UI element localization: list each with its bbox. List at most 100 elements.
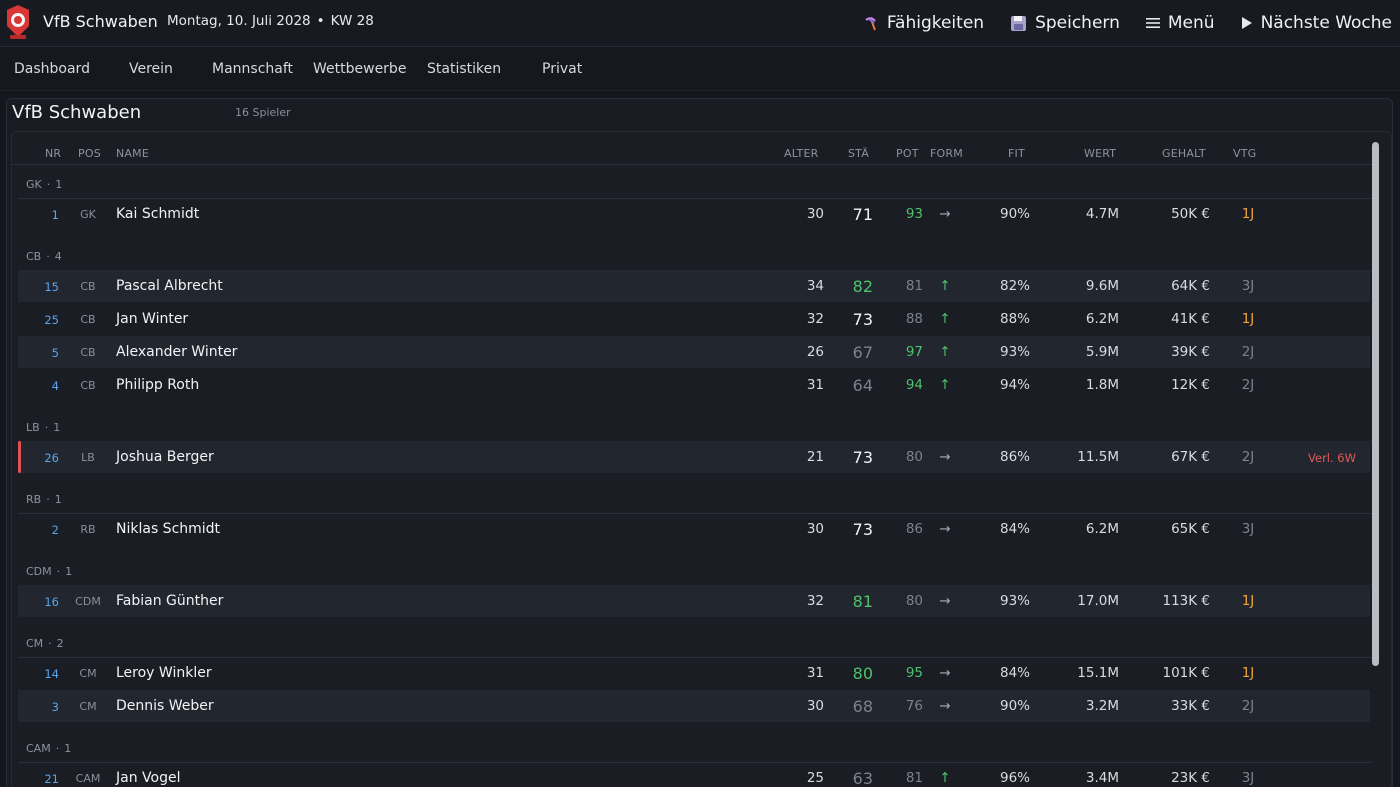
player-name[interactable]: Joshua Berger [116,449,214,465]
player-salary: 101K € [1162,665,1210,681]
player-name[interactable]: Jan Winter [116,311,188,327]
player-position: GK [80,208,96,221]
col-header-nr[interactable]: NR [45,147,61,160]
player-number: 16 [44,595,59,609]
player-fitness: 86% [999,449,1030,465]
table-row[interactable]: 16 CDM Fabian Günther 32 81 80 → 93% 17.0M 113K €… [18,585,1370,617]
player-age: 31 [806,377,824,393]
col-header-fit[interactable]: FIT [1008,147,1025,160]
player-contract: 3J [1241,770,1255,786]
player-number: 5 [51,346,59,360]
group-separator: · [55,742,60,755]
player-fitness: 96% [999,770,1030,786]
nav-item-statistiken[interactable]: Statistiken [427,61,501,77]
nav-item-mannschaft[interactable]: Mannschaft [212,61,293,77]
player-contract: 2J [1241,449,1255,465]
player-salary: 41K € [1171,311,1210,327]
player-value: 4.7M [1085,206,1119,222]
form-up-arrow-icon: ↑ [939,344,951,360]
player-position: CAM [75,772,101,785]
player-strength: 68 [852,697,873,716]
col-header-gehalt[interactable]: GEHALT [1162,147,1206,160]
player-name[interactable]: Niklas Schmidt [116,521,220,537]
player-salary: 33K € [1171,698,1210,714]
group-label: CDM · 1 [26,565,72,578]
club-logo-icon[interactable] [5,4,31,40]
table-row[interactable]: 5 CB Alexander Winter 26 67 97 ↑ 93% 5.9M 39K € 2J [18,336,1370,368]
group-count: 2 [56,637,64,650]
player-position: CB [80,280,96,293]
group-separator: · [46,493,50,506]
table-row[interactable]: 21 CAM Jan Vogel 25 63 81 ↑ 96% 3.4M 23K € 3J [18,762,1370,787]
next-week-button[interactable]: Nächste Woche [1241,13,1392,33]
player-value: 9.6M [1085,278,1119,294]
col-header-wert[interactable]: WERT [1084,147,1116,160]
skills-button[interactable]: Fähigkeiten [863,13,984,33]
form-right-arrow-icon: → [939,449,951,465]
player-value: 15.1M [1077,665,1119,681]
player-potential: 80 [905,449,923,465]
player-contract: 1J [1241,311,1255,327]
player-name[interactable]: Dennis Weber [116,698,214,714]
table-row[interactable]: 2 RB Niklas Schmidt 30 73 86 → 84% 6.2M 65K € 3J [18,513,1370,545]
player-name[interactable]: Fabian Günther [116,593,223,609]
nav-item-wettbewerbe[interactable]: Wettbewerbe [313,61,406,77]
form-up-arrow-icon: ↑ [939,770,951,786]
play-icon [1241,17,1252,29]
main-nav: Dashboard Verein Mannschaft Wettbewerbe … [0,48,1400,91]
player-fitness: 84% [999,665,1030,681]
player-name[interactable]: Pascal Albrecht [116,278,223,294]
col-header-name[interactable]: NAME [116,147,149,160]
player-number: 14 [44,667,59,681]
col-header-age[interactable]: ALTER [784,147,818,160]
player-contract: 1J [1241,665,1255,681]
nav-item-dashboard[interactable]: Dashboard [14,61,90,77]
group-position: GK [26,178,42,191]
table-row[interactable]: 3 CM Dennis Weber 30 68 76 → 90% 3.2M 33K € 2J [18,690,1370,722]
club-name: VfB Schwaben [43,12,158,31]
player-position: CM [79,700,97,713]
col-header-sta[interactable]: STÄ [848,147,869,160]
group-count: 1 [54,493,62,506]
col-header-vtg[interactable]: VTG [1233,147,1256,160]
player-count: 16 Spieler [235,106,291,119]
player-contract: 1J [1241,206,1255,222]
group-position: CB [26,250,42,263]
group-label: CAM · 1 [26,742,71,755]
group-separator: · [46,178,51,191]
table-header: NR POS NAME ALTER STÄ POT FORM FIT WERT … [12,132,1372,165]
player-name[interactable]: Kai Schmidt [116,206,199,222]
save-button[interactable]: Speichern [1010,13,1120,33]
player-name[interactable]: Philipp Roth [116,377,199,393]
menu-button[interactable]: Menü [1145,13,1215,33]
table-row[interactable]: 26 LB Joshua Berger 21 73 80 → 86% 11.5M 67K € 2J V… [18,441,1370,473]
group-count: 1 [55,178,63,191]
col-header-pot[interactable]: POT [896,147,919,160]
player-strength: 73 [852,310,873,329]
player-salary: 113K € [1162,593,1210,609]
player-position: CB [80,379,96,392]
player-salary: 64K € [1171,278,1210,294]
group-count: 1 [53,421,61,434]
scrollbar[interactable] [1372,142,1379,666]
player-name[interactable]: Jan Vogel [116,770,180,786]
table-row[interactable]: 1 GK Kai Schmidt 30 71 93 → 90% 4.7M 50K € 1J [18,198,1370,230]
nav-item-verein[interactable]: Verein [129,61,173,77]
player-age: 30 [806,698,824,714]
group-label: CM · 2 [26,637,64,650]
player-name[interactable]: Alexander Winter [116,344,237,360]
player-salary: 39K € [1171,344,1210,360]
table-row[interactable]: 15 CB Pascal Albrecht 34 82 81 ↑ 82% 9.6M 64K € 3J [18,270,1370,302]
player-number: 3 [51,700,59,714]
table-row[interactable]: 4 CB Philipp Roth 31 64 94 ↑ 94% 1.8M 12K € 2J [18,369,1370,401]
table-row[interactable]: 25 CB Jan Winter 32 73 88 ↑ 88% 6.2M 41K € 1J [18,303,1370,335]
player-fitness: 88% [999,311,1030,327]
player-age: 30 [806,206,824,222]
col-header-form[interactable]: FORM [930,147,963,160]
player-name[interactable]: Leroy Winkler [116,665,212,681]
nav-item-privat[interactable]: Privat [542,61,582,77]
player-contract: 3J [1241,278,1255,294]
table-row[interactable]: 14 CM Leroy Winkler 31 80 95 → 84% 15.1M 101K € 1J [18,657,1370,689]
form-right-arrow-icon: → [939,206,951,222]
col-header-pos[interactable]: POS [78,147,101,160]
